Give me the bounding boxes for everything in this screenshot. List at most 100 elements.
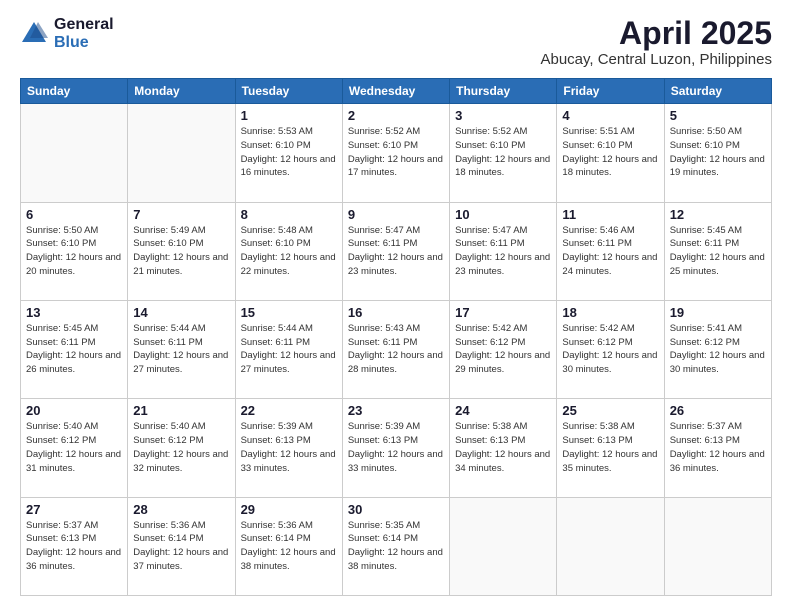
day-detail: Sunrise: 5:42 AMSunset: 6:12 PMDaylight:… [455,323,550,375]
table-row: 21 Sunrise: 5:40 AMSunset: 6:12 PMDayligh… [128,399,235,497]
table-row: 3 Sunrise: 5:52 AMSunset: 6:10 PMDaylight… [450,104,557,202]
table-row: 10Sunrise: 5:47 AMSunset: 6:11 PMDayligh… [450,202,557,300]
day-detail: Sunrise: 5:37 AMSunset: 6:13 PMDaylight:… [670,421,765,473]
table-row [21,104,128,202]
header-sunday: Sunday [21,79,128,104]
header-wednesday: Wednesday [342,79,449,104]
day-detail: Sunrise: 5:53 AMSunset: 6:10 PMDaylight:… [241,126,336,178]
table-row: 5 Sunrise: 5:50 AMSunset: 6:10 PMDaylight… [664,104,771,202]
day-number: 29 [241,502,337,517]
day-detail: Sunrise: 5:44 AMSunset: 6:11 PMDaylight:… [241,323,336,375]
day-number: 11 [562,207,658,222]
page-title: April 2025 [540,16,772,51]
day-detail: Sunrise: 5:40 AMSunset: 6:12 PMDaylight:… [26,421,121,473]
day-number: 19 [670,305,766,320]
table-row: 20 Sunrise: 5:40 AMSunset: 6:12 PMDayligh… [21,399,128,497]
day-number: 8 [241,207,337,222]
table-row: 19 Sunrise: 5:41 AMSunset: 6:12 PMDayligh… [664,300,771,398]
day-number: 7 [133,207,229,222]
table-row: 17 Sunrise: 5:42 AMSunset: 6:12 PMDayligh… [450,300,557,398]
table-row: 29Sunrise: 5:36 AMSunset: 6:14 PMDayligh… [235,497,342,595]
day-number: 17 [455,305,551,320]
day-number: 26 [670,403,766,418]
day-number: 6 [26,207,122,222]
day-detail: Sunrise: 5:52 AMSunset: 6:10 PMDaylight:… [348,126,443,178]
day-detail: Sunrise: 5:37 AMSunset: 6:13 PMDaylight:… [26,520,121,572]
header-saturday: Saturday [664,79,771,104]
day-number: 1 [241,108,337,123]
table-row: 25Sunrise: 5:38 AMSunset: 6:13 PMDayligh… [557,399,664,497]
day-number: 4 [562,108,658,123]
day-detail: Sunrise: 5:50 AMSunset: 6:10 PMDaylight:… [26,225,121,277]
day-detail: Sunrise: 5:41 AMSunset: 6:12 PMDaylight:… [670,323,765,375]
table-row: 12Sunrise: 5:45 AMSunset: 6:11 PMDayligh… [664,202,771,300]
day-number: 21 [133,403,229,418]
table-row: 11Sunrise: 5:46 AMSunset: 6:11 PMDayligh… [557,202,664,300]
table-row: 4 Sunrise: 5:51 AMSunset: 6:10 PMDaylight… [557,104,664,202]
calendar-week-5: 27Sunrise: 5:37 AMSunset: 6:13 PMDayligh… [21,497,772,595]
table-row: 18Sunrise: 5:42 AMSunset: 6:12 PMDayligh… [557,300,664,398]
table-row: 8 Sunrise: 5:48 AMSunset: 6:10 PMDaylight… [235,202,342,300]
table-row: 26 Sunrise: 5:37 AMSunset: 6:13 PMDayligh… [664,399,771,497]
table-row: 28Sunrise: 5:36 AMSunset: 6:14 PMDayligh… [128,497,235,595]
table-row: 30 Sunrise: 5:35 AMSunset: 6:14 PMDayligh… [342,497,449,595]
day-number: 16 [348,305,444,320]
day-number: 2 [348,108,444,123]
calendar-week-4: 20 Sunrise: 5:40 AMSunset: 6:12 PMDayligh… [21,399,772,497]
day-detail: Sunrise: 5:35 AMSunset: 6:14 PMDaylight:… [348,520,443,572]
calendar-week-3: 13 Sunrise: 5:45 AMSunset: 6:11 PMDayligh… [21,300,772,398]
calendar-header-row: Sunday Monday Tuesday Wednesday Thursday… [21,79,772,104]
day-number: 5 [670,108,766,123]
day-detail: Sunrise: 5:39 AMSunset: 6:13 PMDaylight:… [348,421,443,473]
table-row: 2 Sunrise: 5:52 AMSunset: 6:10 PMDaylight… [342,104,449,202]
day-number: 15 [241,305,337,320]
day-detail: Sunrise: 5:48 AMSunset: 6:10 PMDaylight:… [241,225,336,277]
day-detail: Sunrise: 5:40 AMSunset: 6:12 PMDaylight:… [133,421,228,473]
day-detail: Sunrise: 5:43 AMSunset: 6:11 PMDaylight:… [348,323,443,375]
day-number: 28 [133,502,229,517]
day-number: 22 [241,403,337,418]
logo-general-text: General [54,16,114,34]
table-row: 27Sunrise: 5:37 AMSunset: 6:13 PMDayligh… [21,497,128,595]
table-row: 7 Sunrise: 5:49 AMSunset: 6:10 PMDaylight… [128,202,235,300]
table-row: 6 Sunrise: 5:50 AMSunset: 6:10 PMDaylight… [21,202,128,300]
day-number: 30 [348,502,444,517]
table-row [128,104,235,202]
day-detail: Sunrise: 5:49 AMSunset: 6:10 PMDaylight:… [133,225,228,277]
day-number: 13 [26,305,122,320]
day-number: 12 [670,207,766,222]
day-number: 14 [133,305,229,320]
table-row: 15 Sunrise: 5:44 AMSunset: 6:11 PMDayligh… [235,300,342,398]
day-number: 3 [455,108,551,123]
logo-blue-text: Blue [54,34,114,52]
day-detail: Sunrise: 5:47 AMSunset: 6:11 PMDaylight:… [348,225,443,277]
header-monday: Monday [128,79,235,104]
title-block: April 2025 Abucay, Central Luzon, Philip… [540,16,772,68]
table-row: 14 Sunrise: 5:44 AMSunset: 6:11 PMDayligh… [128,300,235,398]
day-detail: Sunrise: 5:51 AMSunset: 6:10 PMDaylight:… [562,126,657,178]
calendar-week-2: 6 Sunrise: 5:50 AMSunset: 6:10 PMDaylight… [21,202,772,300]
table-row: 23 Sunrise: 5:39 AMSunset: 6:13 PMDayligh… [342,399,449,497]
day-detail: Sunrise: 5:50 AMSunset: 6:10 PMDaylight:… [670,126,765,178]
day-detail: Sunrise: 5:38 AMSunset: 6:13 PMDaylight:… [455,421,550,473]
day-detail: Sunrise: 5:52 AMSunset: 6:10 PMDaylight:… [455,126,550,178]
day-detail: Sunrise: 5:45 AMSunset: 6:11 PMDaylight:… [26,323,121,375]
header-thursday: Thursday [450,79,557,104]
table-row: 24Sunrise: 5:38 AMSunset: 6:13 PMDayligh… [450,399,557,497]
day-number: 20 [26,403,122,418]
day-number: 18 [562,305,658,320]
day-detail: Sunrise: 5:47 AMSunset: 6:11 PMDaylight:… [455,225,550,277]
header-friday: Friday [557,79,664,104]
page-subtitle: Abucay, Central Luzon, Philippines [540,51,772,68]
day-detail: Sunrise: 5:39 AMSunset: 6:13 PMDaylight:… [241,421,336,473]
table-row: 9 Sunrise: 5:47 AMSunset: 6:11 PMDaylight… [342,202,449,300]
day-number: 23 [348,403,444,418]
logo: General Blue [20,16,114,51]
day-detail: Sunrise: 5:38 AMSunset: 6:13 PMDaylight:… [562,421,657,473]
table-row: 13 Sunrise: 5:45 AMSunset: 6:11 PMDayligh… [21,300,128,398]
header-tuesday: Tuesday [235,79,342,104]
day-number: 9 [348,207,444,222]
calendar-table: Sunday Monday Tuesday Wednesday Thursday… [20,78,772,596]
calendar-week-1: 1 Sunrise: 5:53 AMSunset: 6:10 PMDaylight… [21,104,772,202]
day-detail: Sunrise: 5:44 AMSunset: 6:11 PMDaylight:… [133,323,228,375]
